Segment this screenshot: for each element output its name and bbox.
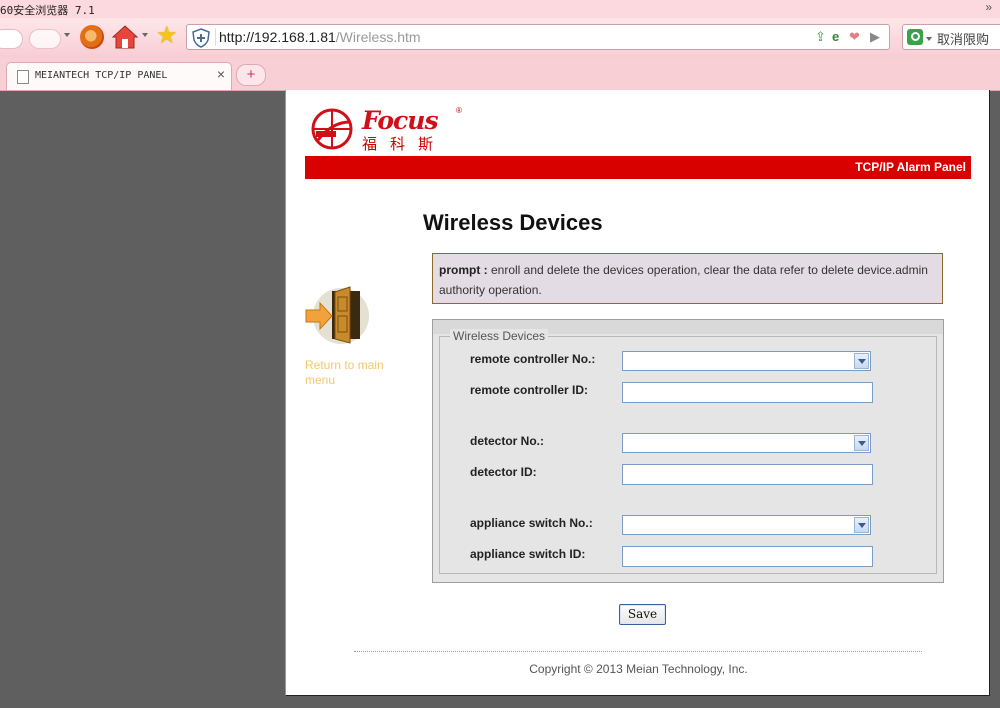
appliance-switch-id-input[interactable] — [622, 546, 873, 567]
appliance-switch-id-label: appliance switch ID: — [470, 547, 586, 561]
fieldset-legend: Wireless Devices — [450, 329, 549, 343]
focus-logo: Focus ® 福科斯 — [310, 106, 470, 153]
page-title: Wireless Devices — [423, 210, 603, 235]
wireless-devices-fieldset: Wireless Devices remote controller No.: … — [439, 329, 937, 574]
close-icon[interactable]: × — [217, 66, 225, 82]
url-host: http://192.168.1.81 — [219, 29, 336, 45]
shield-icon[interactable] — [191, 28, 211, 48]
star-icon[interactable]: ★ — [156, 22, 178, 49]
more-menu-icon[interactable]: » — [985, 0, 992, 14]
detector-id-input[interactable] — [622, 464, 873, 485]
play-icon[interactable]: ▶ — [870, 29, 880, 45]
url-text[interactable]: http://192.168.1.81/Wireless.htm — [219, 29, 421, 45]
chevron-down-icon[interactable] — [854, 353, 869, 369]
prompt-text: enroll and delete the devices operation,… — [439, 263, 928, 297]
page-icon — [17, 70, 29, 84]
cloud-icon[interactable] — [0, 30, 22, 48]
home-icon[interactable] — [112, 25, 138, 49]
appliance-switch-no-label: appliance switch No.: — [470, 516, 593, 530]
search-text[interactable]: 取消限购 — [937, 29, 989, 48]
form-panel: Wireless Devices remote controller No.: … — [432, 319, 944, 583]
brand-cn: 福科斯 — [362, 135, 447, 153]
copyright-text: Copyright © 2013 Meian Technology, Inc. — [529, 662, 748, 676]
chevron-down-icon[interactable] — [854, 435, 869, 451]
tab-label: MEIANTECH TCP/IP PANEL — [35, 70, 168, 81]
detector-no-label: detector No.: — [470, 434, 545, 448]
web-page: Focus ® 福科斯 TCP/IP Alarm Panel Wireless … — [285, 90, 990, 696]
chevron-down-icon[interactable] — [926, 37, 932, 41]
remote-controller-no-label: remote controller No.: — [470, 352, 596, 366]
cloud-icon[interactable] — [30, 30, 60, 48]
share-icon[interactable]: ⇪ — [815, 29, 826, 45]
detector-id-label: detector ID: — [470, 465, 537, 479]
360-logo-icon[interactable] — [80, 25, 104, 49]
ie-icon[interactable]: e — [832, 29, 839, 45]
remote-controller-no-select[interactable] — [622, 351, 871, 371]
registered-mark: ® — [456, 106, 462, 115]
return-main-menu-link[interactable]: Return to main menu — [305, 358, 405, 388]
detector-no-select[interactable] — [622, 433, 871, 453]
heart-icon[interactable]: ❤ — [849, 29, 860, 45]
chevron-down-icon[interactable] — [854, 517, 869, 533]
brand-word: Focus — [362, 106, 439, 135]
window-titlebar: 60安全浏览器 7.1 » — [0, 0, 1000, 18]
prompt-label: prompt : — [439, 263, 488, 277]
tab-bar: MEIANTECH TCP/IP PANEL × + — [0, 58, 1000, 91]
address-bar[interactable]: http://192.168.1.81/Wireless.htm ⇪ e ❤ ▶ — [186, 24, 890, 50]
chevron-down-icon[interactable] — [64, 33, 70, 37]
window-title: 60安全浏览器 7.1 — [0, 4, 95, 17]
search-box[interactable]: 取消限购 — [902, 24, 1000, 50]
footer-divider — [354, 651, 922, 652]
browser-toolbar: ★ http://192.168.1.81/Wireless.htm ⇪ e ❤… — [0, 18, 1000, 58]
chevron-down-icon[interactable] — [142, 33, 148, 37]
divider — [215, 28, 216, 46]
prompt-box: prompt : enroll and delete the devices o… — [432, 253, 943, 304]
banner-text: TCP/IP Alarm Panel — [855, 160, 966, 174]
search-icon[interactable] — [907, 29, 923, 45]
door-icon[interactable] — [304, 283, 370, 349]
remote-controller-id-input[interactable] — [622, 382, 873, 403]
new-tab-button[interactable]: + — [236, 64, 266, 86]
tab-active[interactable]: MEIANTECH TCP/IP PANEL × — [6, 62, 232, 90]
focus-emblem-icon — [311, 108, 353, 150]
appliance-switch-no-select[interactable] — [622, 515, 871, 535]
url-path: /Wireless.htm — [335, 29, 421, 45]
remote-controller-id-label: remote controller ID: — [470, 383, 589, 397]
save-button[interactable]: Save — [619, 604, 666, 625]
header-banner: TCP/IP Alarm Panel — [305, 156, 971, 179]
